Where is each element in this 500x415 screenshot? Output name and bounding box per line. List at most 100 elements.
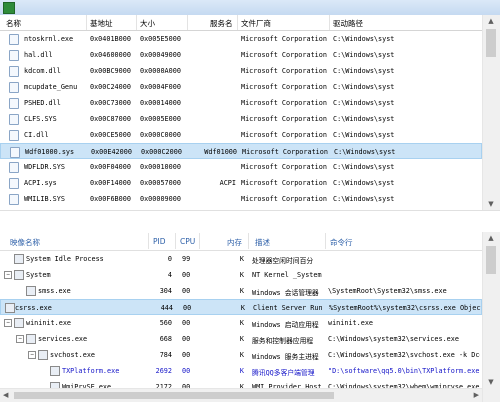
process-cell-mem: K <box>239 319 244 327</box>
module-row[interactable]: ntoskrnl.exe 0x0401B000 0x005E5000 Microsof… <box>0 31 482 47</box>
module-cell-size: 0x000C2000 <box>141 148 182 156</box>
process-cell-cpu: 00 <box>182 287 191 295</box>
module-row[interactable]: PSHED.dll 0x00C73000 0x00014000 Microsoft C… <box>0 95 482 111</box>
process-row[interactable]: System Idle Process 0 99 K 处理器空闲时间百分 <box>0 251 482 267</box>
process-icon <box>5 303 15 313</box>
col-service[interactable]: 服务名 <box>210 18 233 29</box>
module-cell-vendor: Microsoft Corporation <box>241 131 327 139</box>
process-row[interactable]: − svchost.exe 784 00 K Windows 服务主进程 C:\Window… <box>0 347 482 363</box>
process-cell-desc: 腾讯QQ多客户端管理 <box>252 369 315 377</box>
process-cell-cmd: C:\Windows\system32\svchost.exe -k Dcom <box>328 351 480 359</box>
module-row[interactable]: Wdf01000.sys 0x00E42000 0x000C2000 Wdf01000… <box>0 143 482 159</box>
collapse-icon[interactable]: − <box>4 271 12 279</box>
process-cell-cmd: %SystemRoot%\system32\csrss.exe Object <box>329 304 481 312</box>
scroll-thumb[interactable] <box>486 246 496 274</box>
module-cell-path: C:\Windows\syst <box>333 99 395 107</box>
process-cell-cmd: C:\Windows\system32\services.exe <box>328 335 459 343</box>
module-row[interactable]: CI.dll 0x00CE5000 0x000C0000 Microsoft Corp… <box>0 127 482 143</box>
module-file-icon <box>9 98 19 109</box>
process-cell-cpu: 00 <box>183 304 192 312</box>
scroll-down-icon[interactable]: ▼ <box>487 378 495 386</box>
scroll-up-icon[interactable]: ▲ <box>487 234 495 242</box>
module-row[interactable]: mcupdate_Genu 0x00C24000 0x0004F000 Microso… <box>0 79 482 95</box>
module-cell-service: ACPI <box>219 179 236 187</box>
col-image-name[interactable]: 映像名称 <box>10 237 40 248</box>
module-cell-size: 0x0004F000 <box>140 83 181 91</box>
module-cell-size: 0x005E5000 <box>140 35 181 43</box>
scroll-down-icon[interactable]: ▼ <box>487 200 495 208</box>
module-vertical-scrollbar[interactable]: ▲ ▼ <box>482 15 500 210</box>
module-list-header: 名称 基地址 大小 服务名 文件厂商 驱动路径 <box>0 15 482 31</box>
scroll-left-icon[interactable]: ◀ <box>3 391 8 399</box>
process-cell-mem: K <box>239 287 244 295</box>
collapse-icon[interactable]: − <box>4 319 12 327</box>
module-cell-name: WMILIB.SYS <box>24 195 65 203</box>
module-cell-vendor: Microsoft Corporation <box>241 67 327 75</box>
col-description[interactable]: 描述 <box>255 237 270 248</box>
process-cell-mem: K <box>239 367 244 375</box>
module-cell-base: 0x00C24000 <box>90 83 131 91</box>
collapse-icon[interactable]: − <box>16 335 24 343</box>
module-cell-path: C:\Windows\syst <box>333 67 395 75</box>
module-file-icon <box>9 34 19 45</box>
process-cell-desc: Client Server Run <box>253 304 323 312</box>
process-cell-pid: 2692 <box>155 367 172 375</box>
module-row[interactable]: WMILIB.SYS 0x00F6B000 0x00009000 Microsoft … <box>0 191 482 207</box>
process-horizontal-scrollbar[interactable]: ◀ ▶ <box>0 388 482 402</box>
col-base[interactable]: 基地址 <box>90 18 113 29</box>
process-row[interactable]: smss.exe 304 00 K Windows 会话管理器 \SystemRoot\S… <box>0 283 482 299</box>
h-scroll-thumb[interactable] <box>14 392 334 399</box>
process-row[interactable]: TXPlatform.exe 2692 00 K 腾讯QQ多客户端管理 "D:\softw… <box>0 363 482 379</box>
module-cell-name: WDFLDR.SYS <box>24 163 65 171</box>
process-row[interactable]: − wininit.exe 560 00 K Windows 启动应用程 wininit.e… <box>0 315 482 331</box>
module-list-pane: 名称 基地址 大小 服务名 文件厂商 驱动路径 ntoskrnl.exe 0x04… <box>0 15 500 210</box>
module-row[interactable]: WDFLDR.SYS 0x00F04000 0x00010000 Microsoft … <box>0 159 482 175</box>
process-cell-mem: K <box>240 304 245 312</box>
scroll-right-icon[interactable]: ▶ <box>474 391 479 399</box>
process-cell-name: System Idle Process <box>26 255 104 263</box>
col-name[interactable]: 名称 <box>6 18 21 29</box>
module-row[interactable]: ACPI.sys 0x00F14000 0x00057000 ACPI Microsof… <box>0 175 482 191</box>
module-row[interactable]: CLFS.SYS 0x00C87000 0x0005E000 Microsoft Co… <box>0 111 482 127</box>
col-cpu[interactable]: CPU <box>180 237 195 246</box>
module-cell-name: mcupdate_Genu <box>24 83 78 91</box>
process-cell-cpu: 00 <box>182 351 191 359</box>
col-pid[interactable]: PID <box>153 237 166 246</box>
process-row[interactable]: csrss.exe 444 00 K Client Server Run %SystemR… <box>0 299 482 315</box>
col-size[interactable]: 大小 <box>140 18 155 29</box>
process-cell-desc: Windows 启动应用程 <box>252 321 319 329</box>
process-row[interactable]: − System 4 00 K NT Kernel _System <box>0 267 482 283</box>
process-cell-pid: 0 <box>167 255 172 263</box>
collapse-icon[interactable]: − <box>28 351 36 359</box>
process-vertical-scrollbar[interactable]: ▲ ▼ <box>482 232 500 402</box>
process-cell-name: System <box>26 271 51 279</box>
module-cell-size: 0x00009000 <box>140 195 181 203</box>
process-cell-name: TXPlatform.exe <box>62 367 120 375</box>
scroll-thumb[interactable] <box>486 29 496 57</box>
process-cell-pid: 560 <box>159 319 172 327</box>
module-cell-vendor: Microsoft Corporation <box>241 179 327 187</box>
col-memory[interactable]: 内存 <box>227 237 242 248</box>
module-cell-path: C:\Windows\syst <box>333 51 395 59</box>
module-row[interactable]: kdcom.dll 0x00BC9000 0x0000A000 Microsoft C… <box>0 63 482 79</box>
col-command-line[interactable]: 命令行 <box>330 237 353 248</box>
module-cell-name: CLFS.SYS <box>24 115 57 123</box>
pane-splitter[interactable] <box>0 210 500 233</box>
process-cell-pid: 304 <box>159 287 172 295</box>
process-cell-mem: K <box>239 351 244 359</box>
module-cell-name: kdcom.dll <box>24 67 61 75</box>
col-path[interactable]: 驱动路径 <box>333 18 363 29</box>
module-cell-vendor: Microsoft Corporation <box>241 99 327 107</box>
module-cell-path: C:\Windows\syst <box>333 179 395 187</box>
scroll-up-icon[interactable]: ▲ <box>487 17 495 25</box>
module-cell-vendor: Microsoft Corporation <box>242 148 328 156</box>
process-cell-desc: Windows 服务主进程 <box>252 353 319 361</box>
module-row[interactable]: hal.dll 0x04600000 0x00049000 Microsoft Cor… <box>0 47 482 63</box>
process-cell-mem: K <box>239 335 244 343</box>
process-row[interactable]: − services.exe 668 00 K 服务和控制器应用程 C:\Windows\s… <box>0 331 482 347</box>
module-cell-path: C:\Windows\syst <box>333 131 395 139</box>
process-cell-pid: 4 <box>167 271 172 279</box>
module-cell-vendor: Microsoft Corporation <box>241 35 327 43</box>
col-vendor[interactable]: 文件厂商 <box>241 18 271 29</box>
process-cell-cpu: 00 <box>182 271 191 279</box>
